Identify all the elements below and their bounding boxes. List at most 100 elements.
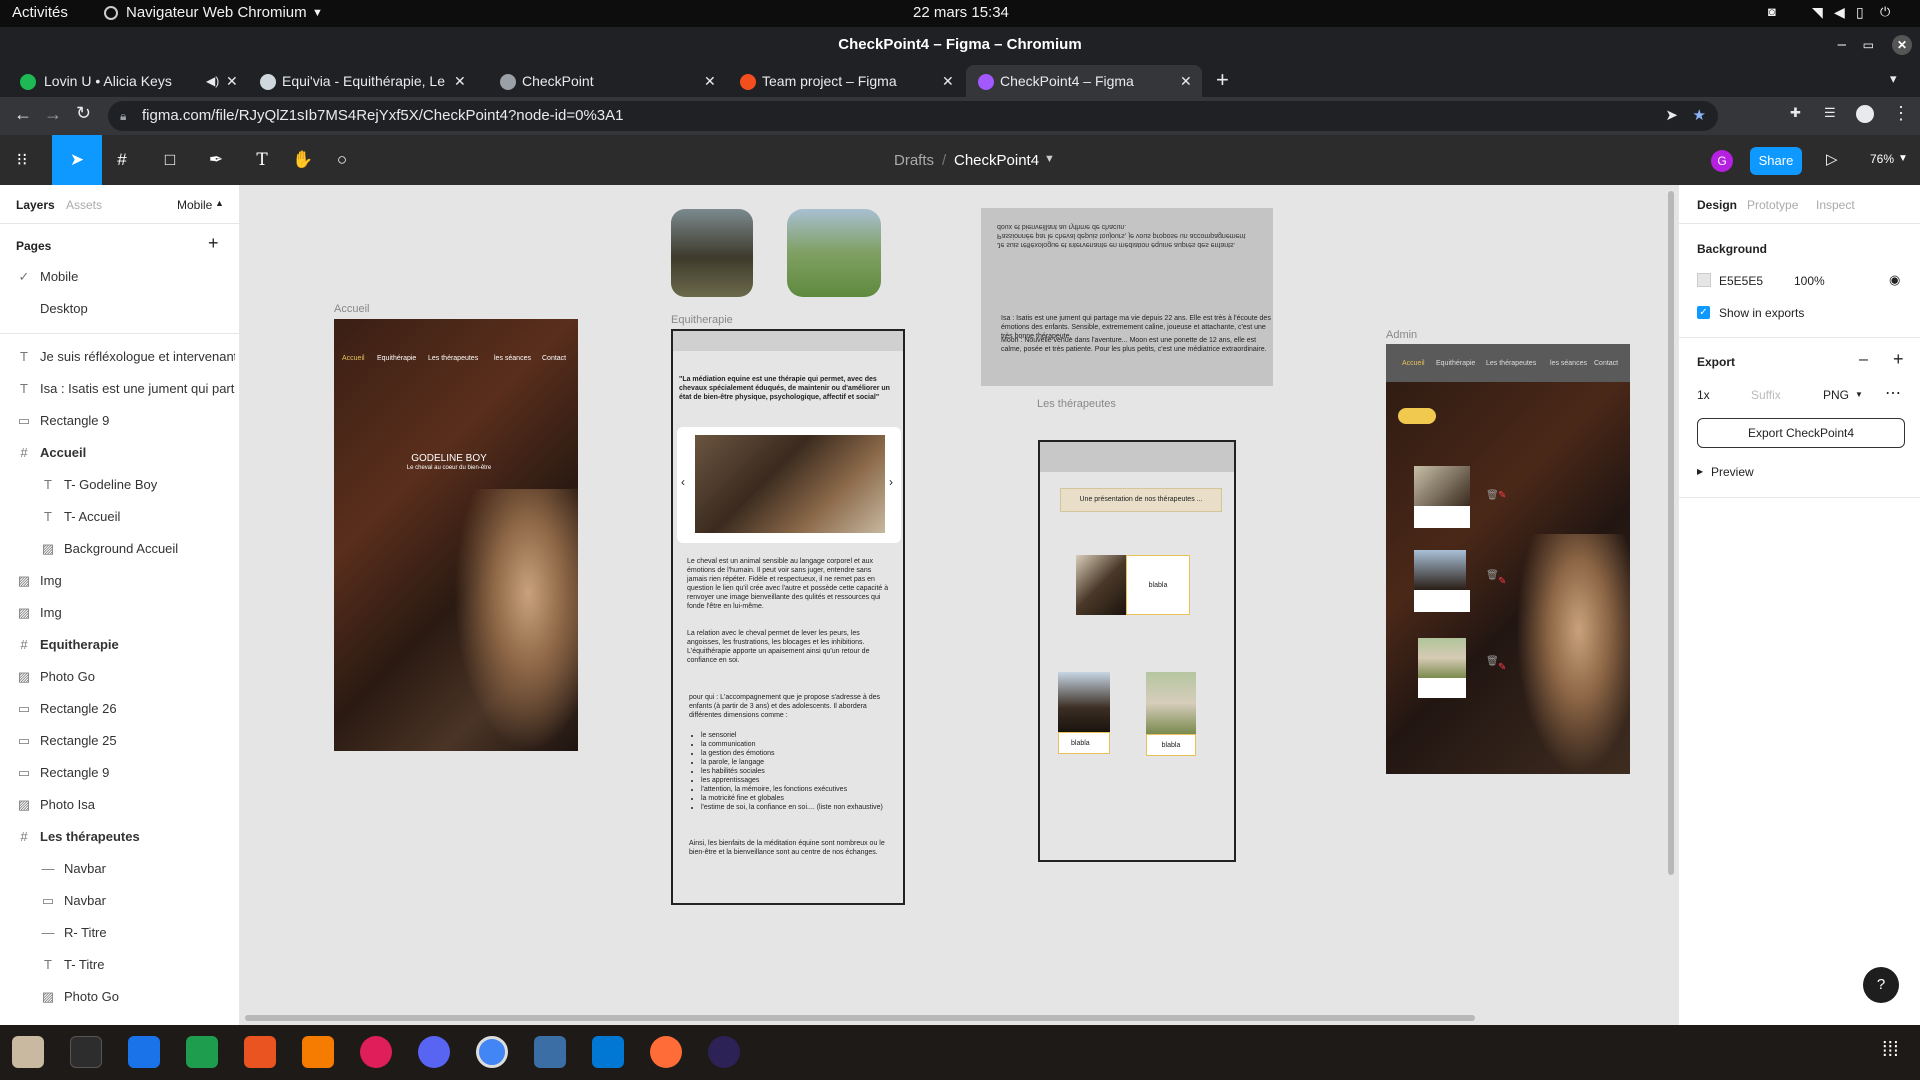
zoom-level[interactable]: 76% xyxy=(1870,152,1894,166)
horizontal-scrollbar[interactable] xyxy=(245,1015,1475,1021)
show-exports-checkbox[interactable]: ✓ xyxy=(1697,306,1710,319)
layer-item[interactable]: T Je suis réfléxologue et intervenant... xyxy=(0,341,240,373)
nav-item[interactable]: les séances xyxy=(1550,359,1587,368)
reading-list-icon[interactable]: ☰ xyxy=(1824,105,1836,121)
nav-item[interactable]: les séances xyxy=(494,355,531,362)
tab-assets[interactable]: Assets xyxy=(66,198,102,212)
nav-item[interactable]: Accueil xyxy=(342,355,365,362)
frame-label-therapeutes[interactable]: Les thérapeutes xyxy=(1037,398,1116,410)
nav-item[interactable]: Equithérapie xyxy=(377,355,416,362)
tab-close-icon[interactable]: ✕ xyxy=(1180,65,1192,97)
frame-label-accueil[interactable]: Accueil xyxy=(334,303,369,315)
layer-item[interactable]: ▭ Rectangle 25 xyxy=(0,725,240,757)
breadcrumb-drafts[interactable]: Drafts xyxy=(894,152,934,169)
rectangle-tool-icon[interactable]: □ xyxy=(160,150,180,170)
figma-canvas[interactable]: Accueil Accueil Equithérapie Les thérape… xyxy=(240,185,1678,1025)
power-icon[interactable]: ⏻ xyxy=(1880,4,1890,20)
text-tool-icon[interactable]: T xyxy=(252,150,272,170)
share-button[interactable]: Share xyxy=(1750,147,1802,175)
calc-icon[interactable] xyxy=(186,1036,218,1068)
tab-layers[interactable]: Layers xyxy=(16,198,55,212)
layer-item[interactable]: ▨ Background Accueil xyxy=(0,533,240,565)
export-scale[interactable]: 1x xyxy=(1697,388,1710,402)
chevron-down-icon[interactable]: ▼ xyxy=(1044,153,1055,165)
layer-item[interactable]: ▨ Img xyxy=(0,565,240,597)
tab-inspect[interactable]: Inspect xyxy=(1816,198,1855,212)
tab-checkpoint4-figma[interactable]: CheckPoint4 – Figma ✕ xyxy=(966,65,1202,97)
more-options-icon[interactable]: ⋯ xyxy=(1885,383,1901,403)
add-page-icon[interactable]: + xyxy=(208,233,219,254)
tab-prototype[interactable]: Prototype xyxy=(1747,198,1798,212)
remove-export-icon[interactable]: – xyxy=(1859,351,1868,369)
layer-item[interactable]: # Equitherapie xyxy=(0,629,240,661)
horse-photo-2[interactable] xyxy=(787,209,881,297)
frame-therapeutes[interactable]: Une présentation de nos thérapeutes ... … xyxy=(1038,440,1236,862)
export-button[interactable]: Export CheckPoint4 xyxy=(1697,418,1905,448)
tab-spotify[interactable]: Lovin U • Alicia Keys ◀) ✕ xyxy=(0,65,240,97)
postman-icon[interactable] xyxy=(650,1036,682,1068)
lock-icon[interactable]: 🔒︎ xyxy=(120,101,126,131)
layer-item[interactable]: ▭ Navbar xyxy=(0,885,240,917)
hand-tool-icon[interactable]: ✋ xyxy=(292,150,313,170)
url-field[interactable]: 🔒︎ figma.com/file/RJyQlZ1sIb7MS4RejYxf5X… xyxy=(108,101,1718,131)
layer-item[interactable]: — Navbar xyxy=(0,853,240,885)
impress-icon[interactable] xyxy=(302,1036,334,1068)
tab-close-icon[interactable]: ✕ xyxy=(226,65,238,97)
forward-icon[interactable]: → xyxy=(44,104,62,125)
page-item-desktop[interactable]: Desktop xyxy=(0,293,240,325)
chevron-up-icon[interactable]: ▲ xyxy=(215,198,224,208)
trash-icon[interactable]: 🗑︎ xyxy=(1486,490,1499,501)
layer-item[interactable]: ▨ Photo Go xyxy=(0,981,240,1013)
chevron-down-icon[interactable]: ▼ xyxy=(1898,153,1908,164)
back-icon[interactable]: ← xyxy=(14,104,32,125)
layer-item[interactable]: # Les thérapeutes xyxy=(0,821,240,853)
tab-close-icon[interactable]: ✕ xyxy=(704,65,716,97)
figma-main-menu-icon[interactable]: ⁝⁝ xyxy=(12,150,32,170)
eclipse-icon[interactable] xyxy=(708,1036,740,1068)
send-icon[interactable]: ➤ xyxy=(1665,101,1678,131)
nav-item[interactable]: Les thérapeutes xyxy=(428,355,478,362)
minimize-icon[interactable]: – xyxy=(1838,27,1846,63)
extensions-icon[interactable]: ✚ xyxy=(1790,105,1801,121)
file-name[interactable]: CheckPoint4 xyxy=(954,152,1039,169)
layer-item[interactable]: T T- Titre xyxy=(0,949,240,981)
nav-item[interactable]: Accueil xyxy=(1402,359,1425,368)
preview-toggle[interactable]: Preview xyxy=(1711,465,1754,479)
layer-item[interactable]: T T- Accueil xyxy=(0,501,240,533)
admin-pill-button[interactable] xyxy=(1398,408,1436,424)
software-icon[interactable] xyxy=(244,1036,276,1068)
chevron-left-icon[interactable]: ‹ xyxy=(681,475,685,489)
vertical-scrollbar[interactable] xyxy=(1668,191,1674,875)
pen-tool-icon[interactable]: ✒ xyxy=(206,150,226,170)
frame-tool-icon[interactable]: # xyxy=(112,150,132,170)
layer-item[interactable]: ▨ Img xyxy=(0,597,240,629)
chrome-menu-icon[interactable]: ⋮ xyxy=(1892,103,1910,124)
horse-photo-1[interactable] xyxy=(671,209,753,297)
move-tool-icon[interactable]: ➤ xyxy=(52,135,102,185)
bg-hex-input[interactable]: E5E5E5 xyxy=(1719,274,1763,288)
maximize-icon[interactable]: ▭ xyxy=(1863,27,1874,63)
chevron-down-icon[interactable]: ▼ xyxy=(1855,390,1863,399)
layer-item[interactable]: ▭ Rectangle 9 xyxy=(0,405,240,437)
avatar[interactable]: G xyxy=(1711,150,1733,172)
frame-admin[interactable]: Accueil Equithérapie Les thérapeutes les… xyxy=(1386,344,1630,774)
app-menu[interactable]: Navigateur Web Chromium xyxy=(126,4,307,21)
writer-icon[interactable] xyxy=(128,1036,160,1068)
nav-item[interactable]: Contact xyxy=(542,355,566,362)
frame-accueil[interactable]: Accueil Equithérapie Les thérapeutes les… xyxy=(334,319,578,751)
tab-team-project[interactable]: Team project – Figma ✕ xyxy=(728,65,964,97)
mysql-workbench-icon[interactable] xyxy=(534,1036,566,1068)
reload-icon[interactable]: ↻ xyxy=(76,103,91,124)
presentation-rectangle[interactable]: Je suis réfléxologue et intervenante en … xyxy=(981,208,1273,386)
chevron-right-icon[interactable]: › xyxy=(889,475,893,489)
add-export-icon[interactable]: + xyxy=(1893,349,1904,370)
slack-icon[interactable] xyxy=(360,1036,392,1068)
chevron-right-icon[interactable]: ▶ xyxy=(1697,467,1703,476)
layer-item[interactable]: T Isa : Isatis est une jument qui part... xyxy=(0,373,240,405)
chromium-icon[interactable] xyxy=(476,1036,508,1068)
layer-item[interactable]: ▭ Rectangle 26 xyxy=(0,693,240,725)
profile-icon[interactable] xyxy=(1856,105,1874,123)
suffix-input[interactable]: Suffix xyxy=(1751,388,1781,402)
new-tab-icon[interactable]: + xyxy=(1216,67,1229,93)
format-select[interactable]: PNG xyxy=(1823,388,1849,402)
